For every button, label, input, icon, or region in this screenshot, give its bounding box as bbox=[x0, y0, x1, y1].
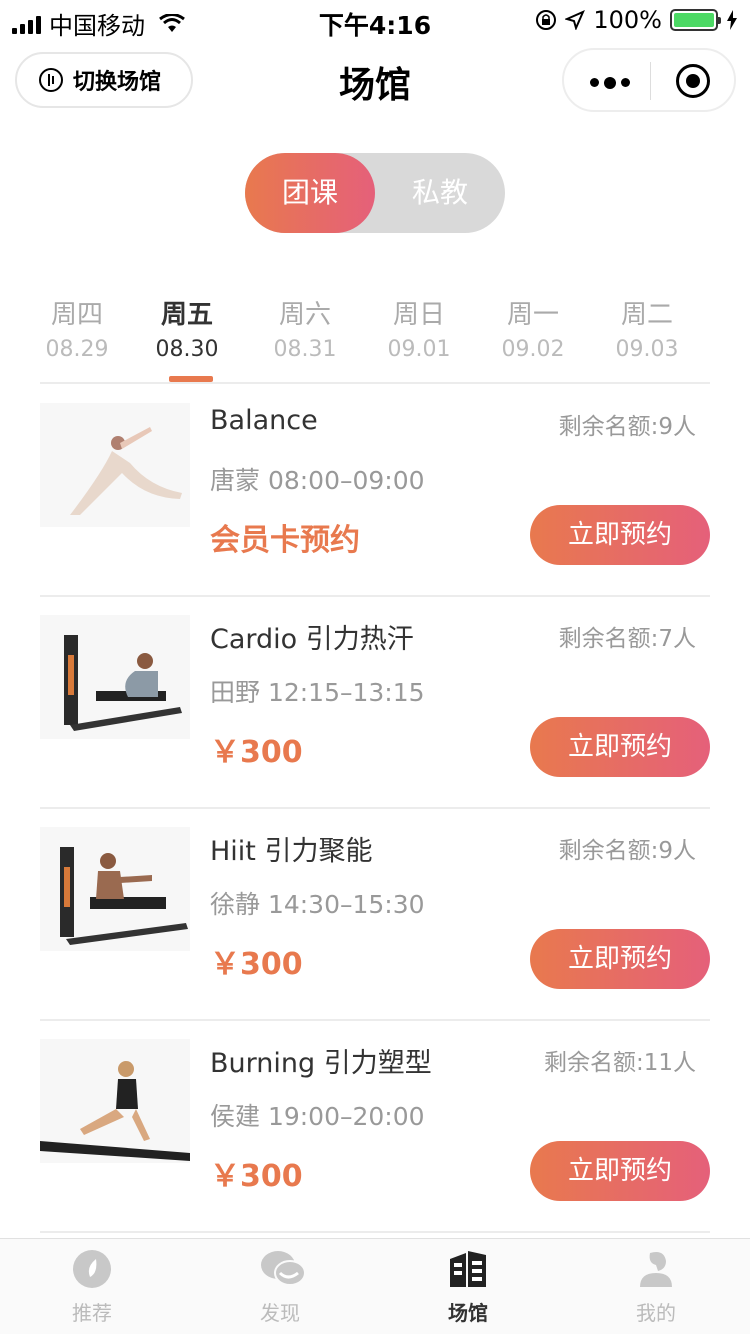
book-now-button[interactable]: 立即预约 bbox=[530, 929, 710, 989]
date-tab-date: 09.01 bbox=[387, 337, 451, 362]
date-tab-date: 08.29 bbox=[45, 337, 109, 362]
class-quota: 剩余名额:9人 bbox=[558, 838, 696, 864]
date-tab-5[interactable]: 周二 09.03 bbox=[610, 294, 684, 362]
class-list-item[interactable]: Burning 引力塑型 剩余名额:11人 侯建 19:00–20:00 ￥30… bbox=[40, 1021, 710, 1233]
class-price: ￥300 bbox=[210, 735, 303, 770]
date-tab-date: 09.02 bbox=[501, 337, 565, 362]
class-quota: 剩余名额:9人 bbox=[558, 414, 696, 440]
date-tab-1[interactable]: 周五 08.30 bbox=[150, 294, 224, 362]
class-thumbnail bbox=[40, 1039, 190, 1163]
date-tab-date: 09.03 bbox=[615, 337, 679, 362]
compass-icon bbox=[73, 1250, 111, 1288]
date-tab-2[interactable]: 周六 08.31 bbox=[268, 294, 342, 362]
class-thumbnail bbox=[40, 615, 190, 739]
tab-group-class[interactable]: 团课 bbox=[245, 153, 375, 233]
chat-bubbles-icon bbox=[261, 1251, 306, 1286]
book-now-button[interactable]: 立即预约 bbox=[530, 505, 710, 565]
tab-recommend[interactable]: 推荐 bbox=[32, 1239, 152, 1334]
status-right: 100% bbox=[535, 6, 738, 34]
date-tab-3[interactable]: 周日 09.01 bbox=[382, 294, 456, 362]
class-list-item[interactable]: Hiit 引力聚能 剩余名额:9人 徐静 14:30–15:30 ￥300 立即… bbox=[40, 809, 710, 1021]
charging-icon bbox=[727, 10, 737, 30]
class-list-item[interactable]: Cardio 引力热汗 剩余名额:7人 田野 12:15–13:15 ￥300 … bbox=[40, 597, 710, 809]
date-tab-indicator bbox=[169, 376, 213, 382]
date-tab-day: 周五 bbox=[160, 300, 213, 330]
book-now-button[interactable]: 立即预约 bbox=[530, 717, 710, 777]
rotation-lock-icon bbox=[536, 10, 557, 30]
battery-percent: 100% bbox=[593, 6, 662, 34]
class-name: Burning 引力塑型 bbox=[210, 1048, 432, 1079]
date-tab-0[interactable]: 周四 08.29 bbox=[40, 294, 114, 362]
class-price: 会员卡预约 bbox=[210, 523, 360, 558]
class-name: Hiit 引力聚能 bbox=[210, 836, 373, 867]
date-tab-day: 周二 bbox=[620, 300, 673, 330]
more-icon[interactable] bbox=[590, 77, 630, 89]
date-tab-day: 周一 bbox=[506, 300, 559, 330]
tab-bar: 推荐 发现 场馆 我的 bbox=[0, 1238, 750, 1334]
class-list-item[interactable]: Balance 剩余名额:9人 唐蒙 08:00–09:00 会员卡预约 立即预… bbox=[40, 385, 710, 597]
mini-program-capsule bbox=[562, 48, 736, 112]
class-coach-time: 田野 12:15–13:15 bbox=[210, 678, 425, 707]
tab-discover[interactable]: 发现 bbox=[220, 1239, 340, 1334]
date-tab-date: 08.31 bbox=[273, 337, 337, 362]
capsule-divider bbox=[650, 62, 651, 100]
class-name: Cardio 引力热汗 bbox=[210, 624, 414, 655]
battery-icon bbox=[670, 9, 721, 31]
class-coach-time: 徐静 14:30–15:30 bbox=[210, 890, 425, 919]
tab-label: 我的 bbox=[636, 1301, 676, 1325]
class-quota: 剩余名额:11人 bbox=[543, 1050, 696, 1076]
class-coach-time: 唐蒙 08:00–09:00 bbox=[210, 466, 425, 495]
class-price: ￥300 bbox=[210, 947, 303, 982]
tab-private-coach[interactable]: 私教 bbox=[375, 153, 505, 233]
tab-mine[interactable]: 我的 bbox=[596, 1239, 716, 1334]
class-thumbnail bbox=[40, 403, 190, 527]
nav-bar: 切换场馆 场馆 bbox=[0, 40, 750, 126]
class-coach-time: 侯建 19:00–20:00 bbox=[210, 1102, 425, 1131]
location-icon bbox=[565, 10, 586, 30]
class-quota: 剩余名额:7人 bbox=[558, 626, 696, 652]
class-name: Balance bbox=[210, 405, 318, 436]
tab-venue[interactable]: 场馆 bbox=[408, 1239, 528, 1334]
status-bar: 中国移动 下午4:16 100% bbox=[0, 0, 750, 40]
building-icon bbox=[450, 1251, 486, 1287]
date-tab-day: 周六 bbox=[278, 300, 331, 330]
date-tab-day: 周日 bbox=[392, 300, 445, 330]
close-target-icon[interactable] bbox=[676, 64, 710, 98]
date-tab-4[interactable]: 周一 09.02 bbox=[496, 294, 570, 362]
date-tabs: 周四 08.29 周五 08.30 周六 08.31 周日 09.01 周一 0… bbox=[40, 294, 710, 384]
tab-label: 发现 bbox=[260, 1301, 300, 1325]
class-thumbnail bbox=[40, 827, 190, 951]
date-tab-day: 周四 bbox=[50, 300, 103, 330]
date-tab-date: 08.30 bbox=[155, 337, 219, 362]
tab-label: 场馆 bbox=[448, 1301, 488, 1325]
tab-label: 推荐 bbox=[72, 1301, 112, 1325]
class-price: ￥300 bbox=[210, 1159, 303, 1194]
class-type-toggle: 团课 私教 bbox=[245, 153, 505, 233]
user-icon bbox=[640, 1252, 672, 1287]
book-now-button[interactable]: 立即预约 bbox=[530, 1141, 710, 1201]
